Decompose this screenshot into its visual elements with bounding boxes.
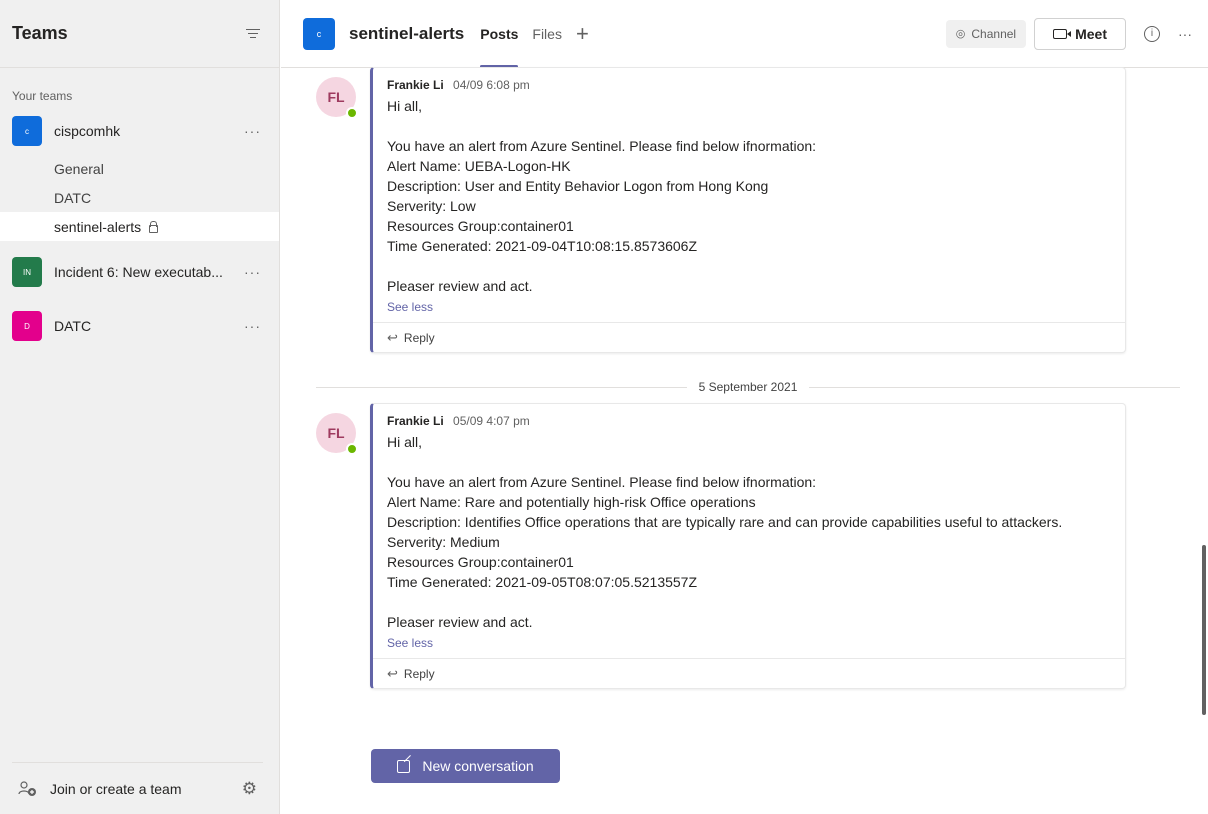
message-meta: Frankie Li 05/09 4:07 pm [387,414,1109,428]
channel-info-button[interactable]: ◎ Channel [945,19,1027,48]
message-line: Hi all, [387,434,423,450]
team-item-cispcomhk[interactable]: c cispcomhk ··· [0,112,279,150]
team-name: cispcomhk [54,123,121,139]
message-line: Alert Name: Rare and potentially high-ri… [387,494,756,510]
author-avatar[interactable]: FL [316,77,358,119]
message-line: Serverity: Low [387,198,476,214]
info-icon[interactable]: i [1144,25,1160,42]
message-line: You have an alert from Azure Sentinel. P… [387,138,817,154]
message-line: Pleaser review and act. [387,278,533,294]
new-conversation-button[interactable]: New conversation [371,749,560,783]
reply-icon: ↩ [387,665,398,681]
team-avatar: D [12,311,42,341]
more-options-icon[interactable]: ··· [241,123,261,139]
more-options-icon[interactable]: ··· [1178,26,1192,42]
message-line: Time Generated: 2021-09-04T10:08:15.8573… [387,238,698,254]
message-line: Alert Name: UEBA-Logon-HK [387,158,571,174]
meet-button[interactable]: Meet [1034,17,1126,50]
message-card: Frankie Li 04/09 6:08 pm Hi all, You hav… [370,67,1126,353]
channel-avatar: c [303,17,335,50]
video-camera-icon [1053,28,1072,39]
message-author[interactable]: Frankie Li [387,78,444,92]
new-conversation-label: New conversation [422,758,534,774]
message-author[interactable]: Frankie Li [387,414,444,428]
date-divider-label: 5 September 2021 [698,380,798,394]
meet-button-label: Meet [1075,25,1107,42]
message-line: Resources Group:container01 [387,218,574,234]
message-line [387,452,1109,472]
see-less-link[interactable]: See less [387,300,433,314]
reply-button[interactable]: ↩ Reply [373,322,1125,352]
eye-icon: ◎ [955,28,966,40]
more-options-icon[interactable]: ··· [241,318,261,334]
reply-icon: ↩ [387,329,398,345]
teams-sidebar: Teams Your teams c cispcomhk ··· General… [0,0,280,814]
channel-label: General [54,160,104,177]
message-card: Frankie Li 05/09 4:07 pm Hi all, You hav… [370,403,1126,689]
message-meta: Frankie Li 04/09 6:08 pm [387,78,1109,92]
author-avatar[interactable]: FL [316,413,358,455]
message-line [387,256,1109,276]
message-line: Serverity: Medium [387,534,500,550]
message-line: You have an alert from Azure Sentinel. P… [387,474,817,490]
channel-label: sentinel-alerts [54,218,142,235]
tab-files[interactable]: Files [532,0,562,68]
channel-title: sentinel-alerts [349,23,465,43]
message-line [387,116,1109,136]
channel-header: c sentinel-alerts Posts Files + ◎ Channe… [281,0,1208,68]
team-name: Incident 6: New executab... [54,264,223,280]
channel-item-general[interactable]: General [0,154,279,183]
sidebar-header: Teams [0,0,279,68]
avatar-initials: FL [327,425,345,441]
add-tab-icon[interactable]: + [576,22,589,45]
channel-item-sentinel-alerts[interactable]: sentinel-alerts [0,212,279,241]
message-line: Description: User and Entity Behavior Lo… [387,178,769,194]
reply-button[interactable]: ↩ Reply [373,658,1125,688]
reply-label: Reply [403,330,435,345]
sidebar-footer: Join or create a team ⚙ [12,762,263,814]
scrollbar[interactable] [1202,545,1206,715]
compose-icon [397,759,411,773]
see-less-link[interactable]: See less [387,636,433,650]
gear-icon[interactable]: ⚙ [242,779,257,799]
team-name: DATC [54,318,92,334]
channel-button-label: Channel [971,26,1017,41]
join-create-team-link[interactable]: Join or create a team [50,781,242,797]
presence-available-icon [346,443,358,455]
presence-available-icon [346,107,358,119]
message-line: Hi all, [387,98,423,114]
message-line: Description: Identifies Office operation… [387,514,1063,530]
message-timestamp: 05/09 4:07 pm [453,414,530,428]
team-avatar: IN [12,257,42,287]
your-teams-label: Your teams [12,89,73,103]
more-options-icon[interactable]: ··· [241,264,261,280]
channel-label: DATC [54,189,92,206]
team-item-datc[interactable]: D DATC ··· [0,307,279,345]
lock-icon [149,221,159,233]
channel-item-datc[interactable]: DATC [0,183,279,212]
team-item-incident-6[interactable]: IN Incident 6: New executab... ··· [0,253,279,291]
join-team-icon[interactable] [18,780,38,798]
message-line: Resources Group:container01 [387,554,574,570]
message-line: Time Generated: 2021-09-05T08:07:05.5213… [387,574,698,590]
message-timestamp: 04/09 6:08 pm [453,78,530,92]
message-list: FL Frankie Li 04/09 6:08 pm Hi all, You … [281,67,1208,814]
sidebar-title: Teams [12,23,68,43]
avatar-initials: FL [327,89,345,105]
tab-posts[interactable]: Posts [480,0,519,68]
message-line [387,592,1109,612]
team-avatar: c [12,116,42,146]
reply-label: Reply [403,666,435,681]
filter-icon[interactable] [245,28,261,40]
date-divider: 5 September 2021 [316,377,1180,397]
message-line: Pleaser review and act. [387,614,533,630]
